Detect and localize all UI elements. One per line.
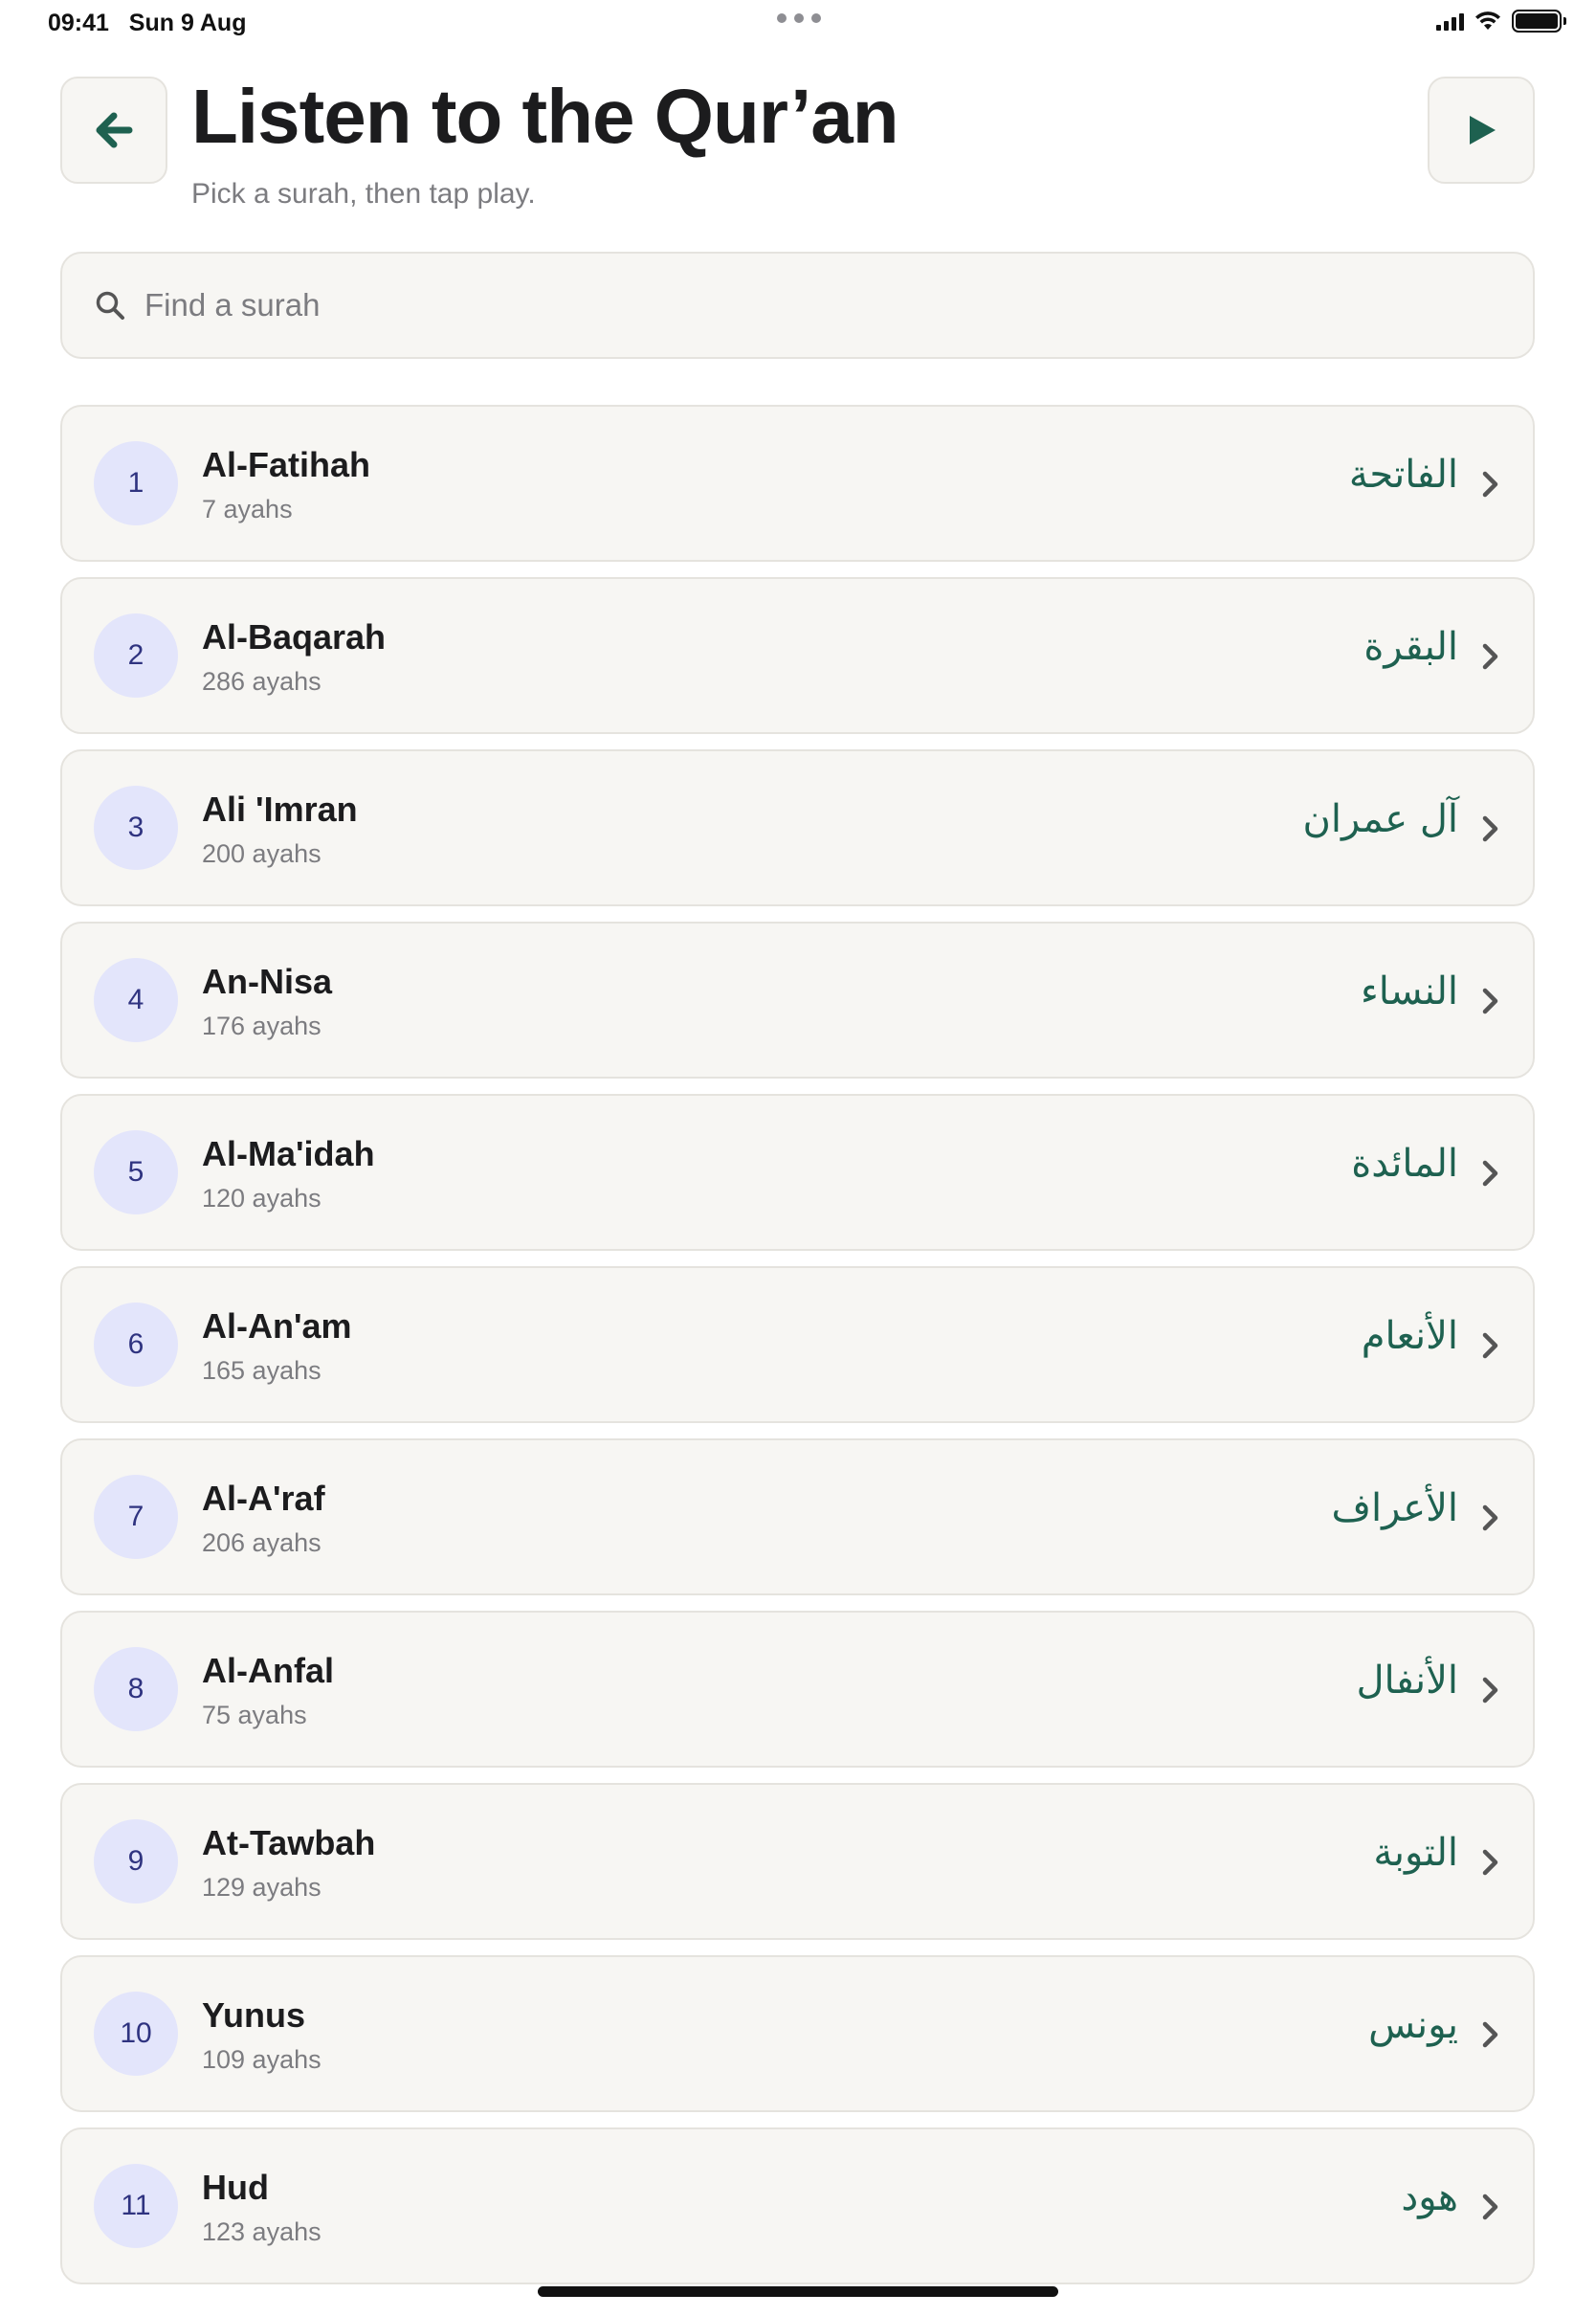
search-input[interactable]	[144, 287, 1436, 323]
surah-list-item[interactable]: 6 Al-An'am 165 ayahs الأنعام	[60, 1266, 1535, 1423]
surah-number-badge: 9	[94, 1819, 178, 1904]
surah-arabic-name: المائدة	[1351, 1142, 1458, 1186]
arrow-left-icon	[96, 112, 133, 148]
surah-arabic-name: الأنعام	[1361, 1314, 1458, 1358]
cellular-signal-icon	[1436, 11, 1464, 31]
surah-name: Hud	[202, 2168, 269, 2207]
surah-ayah-count: 109 ayahs	[202, 2045, 321, 2074]
chevron-right-icon	[1482, 643, 1498, 670]
chevron-right-icon	[1482, 1849, 1498, 1876]
chevron-right-icon	[1482, 1677, 1498, 1704]
surah-ayah-count: 120 ayahs	[202, 1184, 321, 1213]
status-icons	[1436, 10, 1566, 33]
surah-number-badge: 1	[94, 441, 178, 525]
chevron-right-icon	[1482, 988, 1498, 1014]
surah-text: Hud 123 ayahs	[202, 2168, 321, 2247]
surah-name: Al-A'raf	[202, 1479, 325, 1518]
chevron-right-icon	[1482, 1160, 1498, 1187]
surah-number-badge: 5	[94, 1130, 178, 1214]
surah-ayah-count: 165 ayahs	[202, 1356, 321, 1385]
surah-arabic-name: الفاتحة	[1348, 453, 1458, 497]
surah-number-badge: 7	[94, 1475, 178, 1559]
surah-arabic-name: البقرة	[1363, 625, 1458, 669]
surah-name: Yunus	[202, 1995, 306, 2035]
chevron-right-icon	[1482, 815, 1498, 842]
chevron-right-icon	[1482, 2021, 1498, 2048]
surah-number-badge: 8	[94, 1647, 178, 1731]
surah-text: Al-Fatihah 7 ayahs	[202, 445, 370, 524]
surah-name: Al-Baqarah	[202, 617, 387, 657]
surah-name: Al-An'am	[202, 1306, 352, 1346]
surah-text: Al-Ma'idah 120 ayahs	[202, 1134, 375, 1214]
search-bar[interactable]	[60, 252, 1535, 359]
status-bar: 09:41 Sun 9 Aug	[0, 0, 1596, 48]
surah-list-item[interactable]: 10 Yunus 109 ayahs يونس	[60, 1955, 1535, 2112]
search-icon	[96, 291, 124, 320]
surah-list-item[interactable]: 8 Al-Anfal 75 ayahs الأنفال	[60, 1611, 1535, 1768]
surah-text: Ali 'Imran 200 ayahs	[202, 790, 358, 869]
surah-name: Al-Ma'idah	[202, 1134, 375, 1173]
surah-ayah-count: 123 ayahs	[202, 2217, 321, 2246]
chevron-right-icon	[1482, 2194, 1498, 2220]
surah-arabic-name: الأنفال	[1356, 1659, 1458, 1703]
surah-number-badge: 10	[94, 1992, 178, 2076]
multitasking-dots-icon[interactable]	[777, 13, 821, 23]
surah-list-item[interactable]: 7 Al-A'raf 206 ayahs الأعراف	[60, 1438, 1535, 1595]
play-button[interactable]	[1428, 77, 1535, 184]
surah-arabic-name: التوبة	[1373, 1831, 1458, 1875]
surah-text: Al-A'raf 206 ayahs	[202, 1479, 325, 1558]
play-icon	[1470, 116, 1496, 145]
surah-list-item[interactable]: 5 Al-Ma'idah 120 ayahs المائدة	[60, 1094, 1535, 1251]
surah-ayah-count: 176 ayahs	[202, 1012, 321, 1040]
chevron-right-icon	[1482, 1504, 1498, 1531]
surah-number-badge: 6	[94, 1303, 178, 1387]
surah-text: Al-Anfal 75 ayahs	[202, 1651, 334, 1730]
surah-ayah-count: 129 ayahs	[202, 1873, 321, 1902]
surah-ayah-count: 7 ayahs	[202, 495, 293, 523]
surah-list-item[interactable]: 9 At-Tawbah 129 ayahs التوبة	[60, 1783, 1535, 1940]
surah-number-badge: 2	[94, 613, 178, 698]
surah-number-badge: 3	[94, 786, 178, 870]
surah-arabic-name: يونس	[1368, 2003, 1458, 2047]
surah-name: At-Tawbah	[202, 1823, 376, 1862]
chevron-right-icon	[1482, 471, 1498, 498]
page-title: Listen to the Qur’an	[191, 74, 899, 159]
surah-text: Al-Baqarah 286 ayahs	[202, 617, 386, 697]
home-indicator[interactable]	[538, 2286, 1058, 2297]
surah-name: An-Nisa	[202, 962, 333, 1001]
surah-arabic-name: هود	[1401, 2175, 1458, 2219]
surah-list-item[interactable]: 1 Al-Fatihah 7 ayahs الفاتحة	[60, 405, 1535, 562]
surah-list-item[interactable]: 4 An-Nisa 176 ayahs النساء	[60, 922, 1535, 1079]
surah-ayah-count: 206 ayahs	[202, 1528, 321, 1557]
surah-text: Al-An'am 165 ayahs	[202, 1306, 352, 1386]
surah-name: Ali 'Imran	[202, 790, 358, 829]
surah-arabic-name: الأعراف	[1331, 1486, 1458, 1530]
surah-name: Al-Anfal	[202, 1651, 334, 1690]
status-time: 09:41 Sun 9 Aug	[48, 10, 246, 37]
surah-ayah-count: 200 ayahs	[202, 839, 321, 868]
surah-name: Al-Fatihah	[202, 445, 370, 484]
surah-list-item[interactable]: 11 Hud 123 ayahs هود	[60, 2127, 1535, 2284]
time-label: 09:41	[48, 10, 109, 36]
surah-list-item[interactable]: 2 Al-Baqarah 286 ayahs البقرة	[60, 577, 1535, 734]
date-label: Sun 9 Aug	[128, 10, 247, 36]
back-button[interactable]	[60, 77, 167, 184]
surah-list: 1 Al-Fatihah 7 ayahs الفاتحة 2 Al-Baqara…	[60, 405, 1535, 2300]
chevron-right-icon	[1482, 1332, 1498, 1359]
surah-number-badge: 4	[94, 958, 178, 1042]
page-subtitle: Pick a surah, then tap play.	[191, 178, 536, 210]
surah-list-item[interactable]: 3 Ali 'Imran 200 ayahs آل عمران	[60, 749, 1535, 906]
surah-arabic-name: آل عمران	[1302, 797, 1458, 841]
wifi-icon	[1475, 11, 1500, 30]
surah-text: At-Tawbah 129 ayahs	[202, 1823, 375, 1903]
battery-icon	[1512, 10, 1566, 33]
surah-ayah-count: 75 ayahs	[202, 1701, 307, 1729]
surah-ayah-count: 286 ayahs	[202, 667, 321, 696]
surah-arabic-name: النساء	[1360, 969, 1458, 1013]
surah-text: An-Nisa 176 ayahs	[202, 962, 332, 1041]
surah-text: Yunus 109 ayahs	[202, 1995, 321, 2075]
surah-number-badge: 11	[94, 2164, 178, 2248]
